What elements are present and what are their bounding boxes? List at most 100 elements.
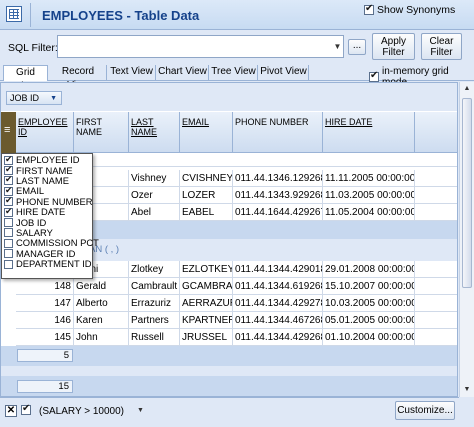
table-row[interactable]: 148 Gerald Cambrault GCAMBRAU 011.44.134… — [16, 278, 457, 295]
column-check[interactable] — [4, 228, 13, 238]
filter-status-bar: ✕ (SALARY > 10000) ▼ Customize... — [0, 397, 474, 427]
filter-enabled-checkbox[interactable] — [21, 403, 31, 415]
column-chooser-label: HIRE DATE — [16, 206, 66, 218]
scroll-thumb[interactable] — [462, 98, 472, 288]
column-chooser-label: EMAIL — [16, 185, 45, 197]
cell-email: EZLOTKEY — [180, 261, 233, 278]
cell-hire-date: 29.01.2008 00:00:00 — [323, 261, 415, 278]
cell-first-name: John — [74, 329, 129, 346]
group-by-label: JOB ID — [10, 93, 40, 103]
size-grip — [459, 397, 474, 427]
cell-email: CVISHNEY — [180, 170, 233, 187]
in-memory-check[interactable] — [369, 70, 379, 82]
group-by-panel: JOB ID ▼ — [1, 83, 457, 111]
cell-hire-date: 11.03.2005 00:00:00 — [323, 187, 415, 204]
cell-email: GCAMBRAU — [180, 278, 233, 295]
group-count: 5 — [17, 349, 73, 362]
group-spacer — [1, 366, 457, 376]
sql-filter-label: SQL Filter: — [8, 42, 58, 54]
close-icon[interactable]: ✕ — [5, 405, 17, 417]
cell-employee-id: 146 — [16, 312, 74, 329]
apply-filter-button[interactable]: Apply Filter — [372, 33, 415, 60]
cell-first-name: Gerald — [74, 278, 129, 295]
show-synonyms-checkbox[interactable]: Show Synonyms — [364, 3, 456, 16]
cell-hire-date: 01.10.2004 00:00:00 — [323, 329, 415, 346]
column-chooser-label: EMPLOYEE ID — [16, 154, 80, 166]
column-chooser-label: DEPARTMENT ID — [16, 258, 92, 270]
column-chooser-toggle[interactable] — [1, 112, 16, 153]
active-filter-text[interactable]: (SALARY > 10000) — [39, 406, 124, 417]
tab-record-view[interactable]: Record View — [50, 65, 107, 91]
cell-last-name: Partners — [129, 312, 180, 329]
cell-hire-date: 05.01.2005 00:00:00 — [323, 312, 415, 329]
tab-tree-view[interactable]: Tree View — [210, 65, 258, 80]
cell-hire-date: 11.11.2005 00:00:00 — [323, 170, 415, 187]
show-synonyms-check[interactable] — [364, 3, 374, 15]
column-chooser-item[interactable]: EMPLOYEE ID — [4, 154, 90, 166]
cell-employee-id: 148 — [16, 278, 74, 295]
sql-filter-bar: SQL Filter: ▼ ... Apply Filter Clear Fil… — [0, 31, 474, 63]
chevron-down-icon[interactable]: ▼ — [137, 407, 144, 414]
column-chooser-popup: EMPLOYEE ID FIRST NAME LAST NAME EMAIL P… — [1, 153, 99, 279]
column-header-first-name[interactable]: FIRST NAME — [74, 112, 129, 153]
chevron-down-icon[interactable]: ▼ — [331, 35, 344, 58]
column-header-employee-id[interactable]: EMPLOYEE ID — [16, 112, 74, 153]
cell-phone-number: 011.44.1343.929268 — [233, 187, 323, 204]
table-row[interactable]: 147 Alberto Errazuriz AERRAZUR 011.44.13… — [16, 295, 457, 312]
grid-footer-row: 15 — [1, 376, 457, 396]
column-header-hire-date[interactable]: HIRE DATE — [323, 112, 415, 153]
sql-filter-builder-button[interactable]: ... — [348, 39, 366, 55]
cell-employee-id: 147 — [16, 295, 74, 312]
column-chooser-item[interactable]: EMAIL — [4, 185, 90, 197]
column-chooser-item[interactable]: COMMISSION PCT — [4, 238, 99, 248]
column-check[interactable] — [4, 249, 13, 259]
cell-first-name: Karen — [74, 312, 129, 329]
cell-first-name: Alberto — [74, 295, 129, 312]
tab-pivot-view[interactable]: Pivot View — [259, 65, 309, 80]
cell-hire-date: 15.10.2007 00:00:00 — [323, 278, 415, 295]
column-check[interactable] — [4, 259, 13, 269]
table-row[interactable]: 146 Karen Partners KPARTNER 011.44.1344.… — [16, 312, 457, 329]
cell-phone-number: 011.44.1344.467268 — [233, 312, 323, 329]
column-check[interactable] — [4, 218, 13, 228]
column-check[interactable] — [4, 206, 13, 217]
customize-button[interactable]: Customize... — [395, 401, 455, 420]
cell-phone-number: 011.44.1346.129268 — [233, 170, 323, 187]
table-row[interactable]: 145 John Russell JRUSSEL 011.44.1344.429… — [16, 329, 457, 346]
cell-phone-number: 011.44.1344.429278 — [233, 295, 323, 312]
title-bar: EMPLOYEES - Table Data Show Synonyms — [0, 0, 474, 30]
cell-employee-id: 145 — [16, 329, 74, 346]
column-header-row: EMPLOYEE ID FIRST NAME LAST NAME EMAIL P… — [1, 112, 457, 153]
column-header-last-name[interactable]: LAST NAME — [129, 112, 180, 153]
cell-last-name: Ozer — [129, 187, 180, 204]
cell-last-name: Zlotkey — [129, 261, 180, 278]
scroll-up-icon[interactable]: ▲ — [460, 82, 474, 96]
tab-grid-view[interactable]: Grid View — [3, 65, 48, 92]
view-tabs: Grid View Record View Text View Chart Vi… — [0, 64, 474, 92]
cell-email: EABEL — [180, 204, 233, 221]
column-header-phone-number[interactable]: PHONE NUMBER — [233, 112, 323, 153]
column-chooser-label: COMMISSION PCT — [16, 237, 99, 249]
cell-email: JRUSSEL — [180, 329, 233, 346]
column-chooser-item[interactable]: HIRE DATE — [4, 206, 90, 218]
chevron-down-icon[interactable]: ▼ — [50, 92, 57, 105]
show-synonyms-label: Show Synonyms — [377, 4, 456, 16]
column-header-email[interactable]: EMAIL — [180, 112, 233, 153]
column-check[interactable] — [4, 238, 13, 248]
cell-phone-number: 011.44.1344.619268 — [233, 278, 323, 295]
cell-last-name: Cambrault — [129, 278, 180, 295]
column-chooser-item[interactable]: DEPARTMENT ID — [4, 258, 92, 270]
clear-filter-button[interactable]: Clear Filter — [421, 33, 462, 60]
cell-phone-number: 011.44.1644.429267 — [233, 204, 323, 221]
group-by-chip[interactable]: JOB ID ▼ — [6, 91, 62, 105]
cell-last-name: Russell — [129, 329, 180, 346]
group-summary-row: 5 — [1, 346, 457, 366]
tab-chart-view[interactable]: Chart View — [157, 65, 209, 80]
tab-text-view[interactable]: Text View — [108, 65, 156, 80]
sql-filter-input[interactable] — [57, 35, 344, 58]
vertical-scrollbar[interactable]: ▲ ▼ — [459, 82, 474, 397]
table-grid-icon[interactable] — [6, 6, 22, 22]
cell-hire-date: 11.05.2004 00:00:00 — [323, 204, 415, 221]
cell-phone-number: 011.44.1344.429018 — [233, 261, 323, 278]
scroll-down-icon[interactable]: ▼ — [460, 383, 474, 397]
